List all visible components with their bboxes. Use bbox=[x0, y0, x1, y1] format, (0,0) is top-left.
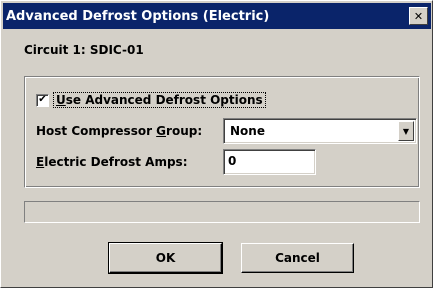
use-advanced-label[interactable]: Use Advanced Defrost Options bbox=[53, 92, 266, 108]
electric-defrost-amps-input[interactable]: 0 bbox=[223, 149, 316, 175]
ok-button[interactable]: OK bbox=[108, 242, 223, 274]
host-compressor-group-label: Host Compressor Group: bbox=[36, 124, 203, 138]
cancel-button[interactable]: Cancel bbox=[241, 243, 354, 273]
use-advanced-checkbox[interactable]: ✔ bbox=[36, 93, 49, 107]
host-compressor-group-value: None bbox=[230, 124, 265, 138]
close-icon: ✕ bbox=[413, 9, 424, 23]
dropdown-button[interactable]: ▼ bbox=[398, 121, 414, 141]
window-title: Advanced Defrost Options (Electric) bbox=[6, 8, 270, 24]
status-bar bbox=[24, 201, 420, 223]
chevron-down-icon: ▼ bbox=[402, 126, 410, 136]
checkmark-icon: ✔ bbox=[38, 94, 47, 105]
circuit-label: Circuit 1: SDIC-01 bbox=[24, 43, 144, 57]
defrost-options-dialog: Advanced Defrost Options (Electric) ✕ Ci… bbox=[0, 0, 433, 288]
title-bar: Advanced Defrost Options (Electric) ✕ bbox=[3, 3, 431, 29]
use-advanced-option[interactable]: ✔ Use Advanced Defrost Options bbox=[36, 92, 266, 108]
electric-defrost-amps-value: 0 bbox=[228, 154, 237, 168]
host-compressor-group-select[interactable]: None ▼ bbox=[223, 118, 417, 144]
electric-defrost-amps-label: Electric Defrost Amps: bbox=[36, 155, 188, 169]
close-button[interactable]: ✕ bbox=[409, 7, 428, 25]
